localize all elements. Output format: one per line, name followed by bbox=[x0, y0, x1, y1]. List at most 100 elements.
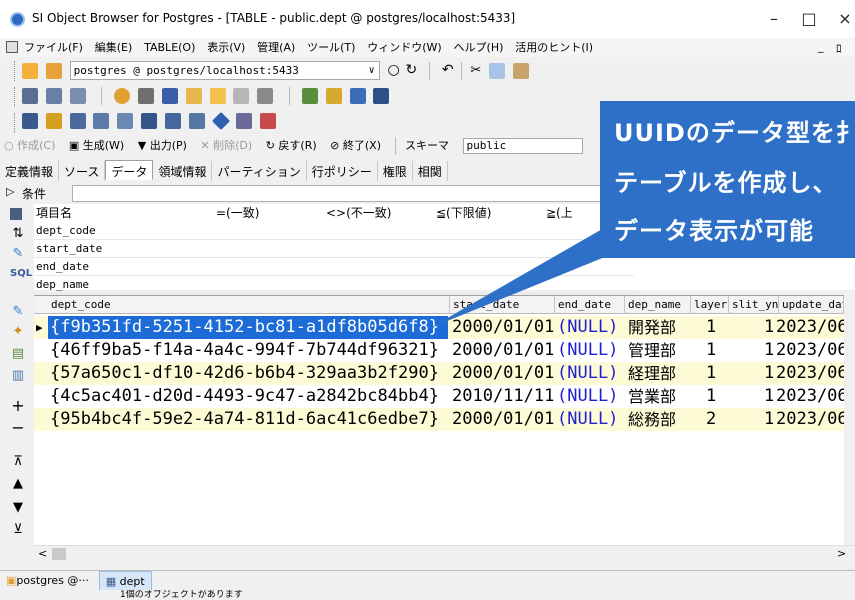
disconnect-icon[interactable] bbox=[45, 62, 62, 79]
filter-grid-icon[interactable] bbox=[10, 208, 22, 220]
last-record-icon[interactable]: ⊻ bbox=[10, 522, 26, 538]
menu-view[interactable]: 表示(V) bbox=[207, 38, 245, 57]
tab-partition[interactable]: パーティション bbox=[212, 161, 307, 181]
scroll-thumb[interactable] bbox=[52, 548, 66, 560]
column-header-update-date[interactable]: update_date bbox=[779, 296, 844, 314]
remove-row-icon[interactable]: − bbox=[10, 420, 26, 436]
maximize-button[interactable]: □ bbox=[792, 6, 826, 32]
previous-record-icon[interactable]: ▲ bbox=[10, 476, 26, 492]
tab-source[interactable]: ソース bbox=[59, 161, 106, 181]
object-list-icon[interactable] bbox=[69, 88, 86, 104]
redo-icon[interactable]: ↻ bbox=[406, 62, 418, 78]
cell-end-date[interactable]: (NULL) bbox=[557, 408, 618, 431]
doc-tab-connection[interactable]: ▣postgres @··· bbox=[0, 571, 95, 591]
vertical-scrollbar[interactable] bbox=[844, 295, 855, 545]
lock-icon[interactable] bbox=[185, 88, 202, 104]
trigger-icon[interactable] bbox=[141, 113, 158, 129]
filter-row[interactable]: dept_code bbox=[34, 222, 634, 240]
view-icon[interactable] bbox=[93, 113, 110, 129]
expand-condition-icon[interactable]: ▷ bbox=[6, 185, 14, 198]
tab-storage[interactable]: 領域情報 bbox=[153, 161, 213, 181]
first-record-icon[interactable]: ⊼ bbox=[10, 454, 26, 470]
sql-icon[interactable] bbox=[22, 88, 38, 104]
cell-slit-yn[interactable]: 1 bbox=[764, 385, 774, 408]
generate-button[interactable]: ▣ 生成(W) bbox=[69, 136, 124, 156]
cell-dept-code[interactable]: {f9b351fd-5251-4152-bc81-a1df8b05d6f8} bbox=[48, 316, 448, 339]
scroll-right-icon[interactable]: > bbox=[837, 547, 846, 560]
database-icon[interactable] bbox=[138, 88, 155, 104]
menu-tools[interactable]: ツール(T) bbox=[307, 38, 355, 57]
tab-privileges[interactable]: 権限 bbox=[378, 161, 413, 181]
sql-filter-icon[interactable]: SQL bbox=[10, 266, 32, 282]
key-icon[interactable] bbox=[45, 113, 62, 129]
copy-row-icon[interactable]: ▥ bbox=[10, 368, 26, 384]
table-row[interactable]: {4c5ac401-d20d-4493-9c47-a2842bc84bb4} 20… bbox=[34, 385, 848, 408]
cell-dept-code[interactable]: {4c5ac401-d20d-4493-9c47-a2842bc84bb4} bbox=[48, 385, 448, 408]
compare-icon[interactable] bbox=[349, 88, 366, 104]
sequence-icon[interactable] bbox=[117, 113, 134, 129]
scroll-left-icon[interactable]: < bbox=[38, 547, 47, 560]
refresh-circle-icon[interactable]: ○ bbox=[387, 62, 399, 78]
cell-dept-code[interactable]: {46ff9ba5-f14a-4a4c-994f-7b744df96321} bbox=[48, 339, 448, 362]
column-header-slit-yn[interactable]: slit_yn bbox=[729, 296, 779, 314]
cell-end-date[interactable]: (NULL) bbox=[557, 339, 618, 362]
cell-slit-yn[interactable]: 1 bbox=[764, 316, 774, 339]
table-row[interactable]: {57a650c1-df10-42d6-b6b4-329aa3b2f290} 20… bbox=[34, 362, 848, 385]
group-icon[interactable] bbox=[161, 88, 178, 104]
output-button[interactable]: ▼ 出力(P) bbox=[138, 136, 187, 156]
table-row[interactable]: {46ff9ba5-f14a-4a4c-994f-7b744df96321} 20… bbox=[34, 339, 848, 362]
menu-admin[interactable]: 管理(A) bbox=[257, 38, 295, 57]
paste-icon[interactable] bbox=[512, 62, 529, 79]
cell-dep-name[interactable]: 総務部 bbox=[628, 408, 676, 431]
mdi-minimize-button[interactable]: _ bbox=[818, 40, 824, 53]
cell-layer[interactable]: 2 bbox=[706, 408, 716, 431]
cell-update-date[interactable]: 2023/06 bbox=[776, 408, 848, 431]
report-icon[interactable] bbox=[325, 88, 342, 104]
menu-help[interactable]: ヘルプ(H) bbox=[454, 38, 504, 57]
minimize-button[interactable]: – bbox=[757, 6, 791, 32]
cell-end-date[interactable]: (NULL) bbox=[557, 316, 618, 339]
filter-row[interactable]: start_date bbox=[34, 240, 634, 258]
user-icon[interactable] bbox=[114, 88, 131, 104]
cell-end-date[interactable]: (NULL) bbox=[557, 362, 618, 385]
column-header-dep-name[interactable]: dep_name bbox=[625, 296, 691, 314]
cell-dep-name[interactable]: 営業部 bbox=[628, 385, 676, 408]
export-icon[interactable] bbox=[301, 88, 318, 104]
cell-update-date[interactable]: 2023/06 bbox=[776, 316, 848, 339]
cell-slit-yn[interactable]: 1 bbox=[764, 339, 774, 362]
cell-start-date[interactable]: 2000/01/01 bbox=[452, 362, 554, 385]
diamond-icon[interactable] bbox=[211, 111, 230, 131]
menu-window[interactable]: ウィンドウ(W) bbox=[367, 38, 441, 57]
menu-edit[interactable]: 編集(E) bbox=[95, 38, 133, 57]
cell-layer[interactable]: 1 bbox=[706, 385, 716, 408]
cell-start-date[interactable]: 2000/01/01 bbox=[452, 316, 554, 339]
doc-tab-dept[interactable]: ▦ dept bbox=[98, 571, 152, 591]
table-icon[interactable] bbox=[22, 113, 38, 129]
grid-icon[interactable] bbox=[257, 88, 274, 104]
function-icon[interactable] bbox=[164, 113, 181, 129]
schema-input[interactable]: public bbox=[462, 138, 583, 154]
menu-table[interactable]: TABLE(O) bbox=[144, 38, 195, 57]
add-row-icon[interactable]: + bbox=[10, 398, 26, 414]
cell-dep-name[interactable]: 開発部 bbox=[628, 316, 676, 339]
extension-icon[interactable] bbox=[260, 113, 277, 129]
cell-layer[interactable]: 1 bbox=[706, 339, 716, 362]
cut-icon[interactable]: ✂ bbox=[470, 63, 481, 78]
insert-row-icon[interactable]: ✦ bbox=[10, 324, 26, 340]
next-record-icon[interactable]: ▼ bbox=[10, 500, 26, 516]
cell-start-date[interactable]: 2000/01/01 bbox=[452, 408, 554, 431]
type-icon[interactable] bbox=[236, 113, 253, 129]
column-header-end-date[interactable]: end_date bbox=[555, 296, 625, 314]
cell-end-date[interactable]: (NULL) bbox=[557, 385, 618, 408]
procedure-icon[interactable] bbox=[188, 113, 205, 129]
table-row[interactable]: {95b4bc4f-59e2-4a74-811d-6ac41c6edbe7} 20… bbox=[34, 408, 848, 431]
menu-tips[interactable]: 活用のヒント(I) bbox=[515, 38, 593, 57]
tab-data[interactable]: データ bbox=[105, 160, 154, 180]
mdi-restore-button[interactable]: ﾛ bbox=[836, 40, 842, 56]
document-menu-icon[interactable] bbox=[6, 41, 18, 53]
filter-row[interactable]: end_date bbox=[34, 258, 634, 276]
query-icon[interactable] bbox=[45, 88, 62, 104]
cell-dept-code[interactable]: {95b4bc4f-59e2-4a74-811d-6ac41c6edbe7} bbox=[48, 408, 448, 431]
cell-dep-name[interactable]: 管理部 bbox=[628, 339, 676, 362]
tab-row-policy[interactable]: 行ポリシー bbox=[307, 161, 378, 181]
